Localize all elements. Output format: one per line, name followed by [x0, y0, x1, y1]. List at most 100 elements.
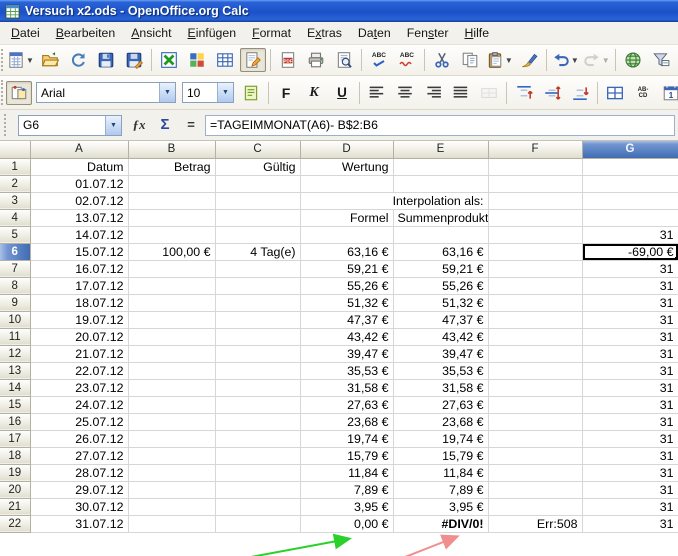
- cell-D20[interactable]: 7,89 €: [300, 481, 393, 498]
- column-header-B[interactable]: B: [128, 141, 215, 158]
- cell-D8[interactable]: 55,26 €: [300, 277, 393, 294]
- cell-E21[interactable]: 3,95 €: [393, 498, 488, 515]
- cell-E18[interactable]: 15,79 €: [393, 447, 488, 464]
- cell-F3[interactable]: [488, 192, 582, 209]
- cell-B18[interactable]: [128, 447, 215, 464]
- cell-D18[interactable]: 15,79 €: [300, 447, 393, 464]
- paste-dropdown-icon[interactable]: ▼: [505, 56, 513, 65]
- cell-B15[interactable]: [128, 396, 215, 413]
- align-center-button[interactable]: [392, 81, 418, 105]
- cell-F4[interactable]: [488, 209, 582, 226]
- cell-E14[interactable]: 31,58 €: [393, 379, 488, 396]
- corner-header[interactable]: [0, 141, 30, 158]
- cell-A15[interactable]: 24.07.12: [30, 396, 128, 413]
- sheet-grid-button[interactable]: [212, 48, 238, 72]
- cell-G16[interactable]: 31: [582, 413, 678, 430]
- cell-F1[interactable]: [488, 158, 582, 175]
- column-header-F[interactable]: F: [488, 141, 582, 158]
- italic-button[interactable]: K: [301, 81, 327, 105]
- menu-datei[interactable]: Datei: [3, 23, 48, 43]
- cell-E11[interactable]: 43,42 €: [393, 328, 488, 345]
- tb1-grip[interactable]: [1, 49, 3, 71]
- cell-C12[interactable]: [215, 345, 300, 362]
- cell-D17[interactable]: 19,74 €: [300, 430, 393, 447]
- cell-A21[interactable]: 30.07.12: [30, 498, 128, 515]
- row-header-10[interactable]: 10: [0, 311, 30, 328]
- cell-F14[interactable]: [488, 379, 582, 396]
- row-header-2[interactable]: 2: [0, 175, 30, 192]
- spellcheck-button[interactable]: ABC: [366, 48, 392, 72]
- cell-E7[interactable]: 59,21 €: [393, 260, 488, 277]
- font-size-dropdown-icon[interactable]: ▼: [217, 83, 233, 102]
- font-name-input[interactable]: [37, 83, 159, 102]
- cell-F13[interactable]: [488, 362, 582, 379]
- cell-A20[interactable]: 29.07.12: [30, 481, 128, 498]
- cell-B20[interactable]: [128, 481, 215, 498]
- cell-C15[interactable]: [215, 396, 300, 413]
- menu-format[interactable]: Format: [244, 23, 299, 43]
- cell-F19[interactable]: [488, 464, 582, 481]
- date-format-button[interactable]: 1: [658, 81, 678, 105]
- cell-D22[interactable]: 0,00 €: [300, 515, 393, 532]
- menu-extras[interactable]: Extras: [299, 23, 350, 43]
- cell-G8[interactable]: 31: [582, 277, 678, 294]
- cell-D15[interactable]: 27,63 €: [300, 396, 393, 413]
- cell-A13[interactable]: 22.07.12: [30, 362, 128, 379]
- cell-B6[interactable]: 100,00 €: [128, 243, 215, 260]
- cell-G1[interactable]: [582, 158, 678, 175]
- cell-E9[interactable]: 51,32 €: [393, 294, 488, 311]
- cell-G13[interactable]: 31: [582, 362, 678, 379]
- row-header-11[interactable]: 11: [0, 328, 30, 345]
- row-header-9[interactable]: 9: [0, 294, 30, 311]
- cell-B22[interactable]: [128, 515, 215, 532]
- cell-C3[interactable]: [215, 192, 300, 209]
- cell-A8[interactable]: 17.07.12: [30, 277, 128, 294]
- cell-B10[interactable]: [128, 311, 215, 328]
- cell-D12[interactable]: 39,47 €: [300, 345, 393, 362]
- cell-A5[interactable]: 14.07.12: [30, 226, 128, 243]
- cell-G12[interactable]: 31: [582, 345, 678, 362]
- save-button[interactable]: [93, 48, 119, 72]
- cell-C17[interactable]: [215, 430, 300, 447]
- column-header-G[interactable]: G: [582, 141, 678, 158]
- cell-E20[interactable]: 7,89 €: [393, 481, 488, 498]
- cell-E22[interactable]: #DIV/0!: [393, 515, 488, 532]
- row-header-1[interactable]: 1: [0, 158, 30, 175]
- row-header-16[interactable]: 16: [0, 413, 30, 430]
- cell-F9[interactable]: [488, 294, 582, 311]
- cell-E19[interactable]: 11,84 €: [393, 464, 488, 481]
- cell-G6[interactable]: -69,00 €: [582, 243, 678, 260]
- cell-B9[interactable]: [128, 294, 215, 311]
- wrap-text-button[interactable]: AB-CD: [630, 81, 656, 105]
- tb2-grip[interactable]: [1, 80, 3, 105]
- new-spreadsheet-dropdown-icon[interactable]: ▼: [26, 56, 34, 65]
- cell-C21[interactable]: [215, 498, 300, 515]
- colored-squares-button[interactable]: [184, 48, 210, 72]
- cell-F12[interactable]: [488, 345, 582, 362]
- row-header-20[interactable]: 20: [0, 481, 30, 498]
- cell-B8[interactable]: [128, 277, 215, 294]
- cell-B16[interactable]: [128, 413, 215, 430]
- cell-C14[interactable]: [215, 379, 300, 396]
- cell-F22[interactable]: Err:508: [488, 515, 582, 532]
- row-header-15[interactable]: 15: [0, 396, 30, 413]
- cell-B17[interactable]: [128, 430, 215, 447]
- cell-G15[interactable]: 31: [582, 396, 678, 413]
- row-header-7[interactable]: 7: [0, 260, 30, 277]
- column-header-D[interactable]: D: [300, 141, 393, 158]
- cell-F17[interactable]: [488, 430, 582, 447]
- cell-A16[interactable]: 25.07.12: [30, 413, 128, 430]
- cell-E4[interactable]: Summenprodukt: [393, 209, 488, 226]
- cell-B5[interactable]: [128, 226, 215, 243]
- pdf-export-button[interactable]: PDF: [275, 48, 301, 72]
- cell-E2[interactable]: [393, 175, 488, 192]
- cell-A11[interactable]: 20.07.12: [30, 328, 128, 345]
- cell-A14[interactable]: 23.07.12: [30, 379, 128, 396]
- cell-B12[interactable]: [128, 345, 215, 362]
- menu-hilfe[interactable]: Hilfe: [456, 23, 497, 43]
- cell-C2[interactable]: [215, 175, 300, 192]
- cell-G20[interactable]: 31: [582, 481, 678, 498]
- cell-E10[interactable]: 47,37 €: [393, 311, 488, 328]
- function-wizard-button[interactable]: ƒx: [127, 116, 151, 134]
- row-header-12[interactable]: 12: [0, 345, 30, 362]
